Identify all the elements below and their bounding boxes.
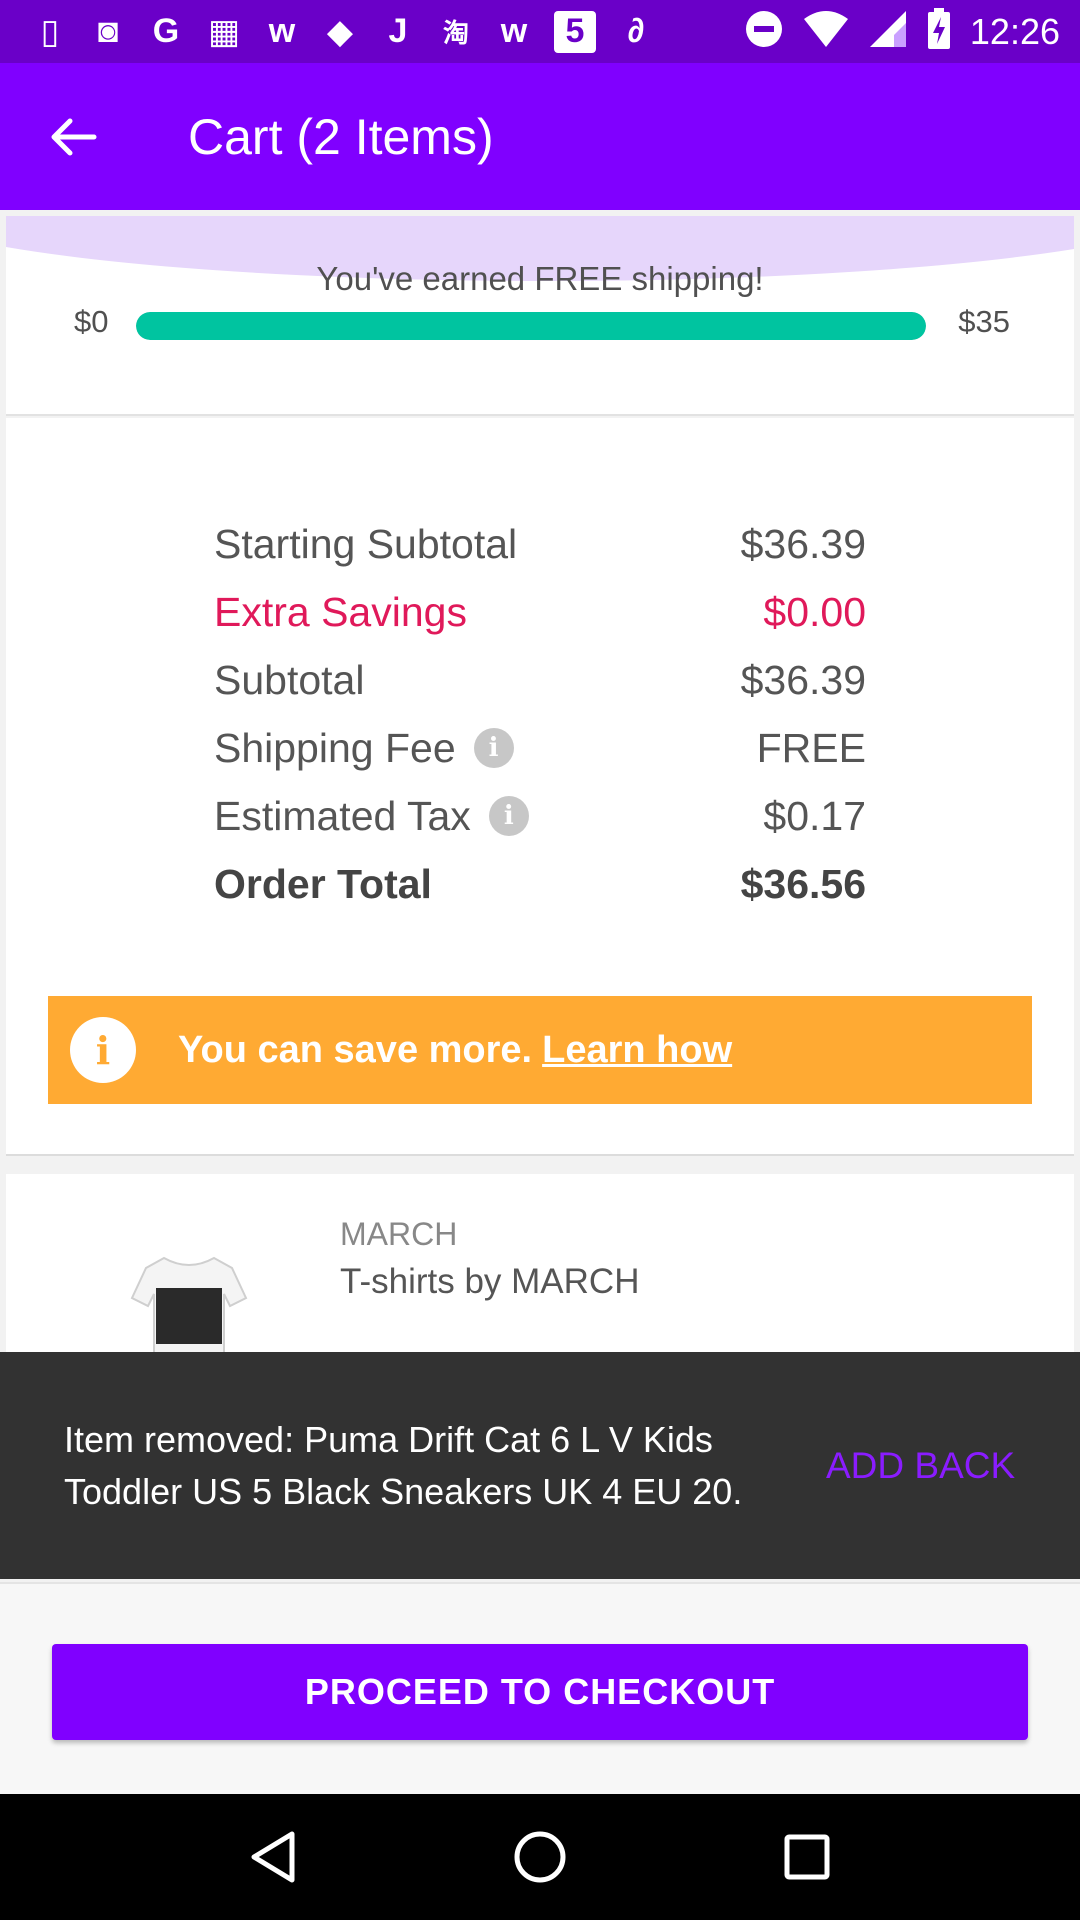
shipping-fee-row: Shipping Fee i FREE — [214, 718, 866, 778]
system-nav-bar — [0, 1794, 1080, 1920]
circle-home-icon — [514, 1831, 566, 1883]
free-shipping-card: You've earned FREE shipping! $0 $35 — [6, 216, 1074, 416]
tax-info-icon[interactable]: i — [488, 796, 529, 836]
shipping-progress-fill — [136, 312, 926, 340]
item-removed-snackbar: Item removed: Puma Drift Cat 6 L V Kids … — [0, 1352, 1080, 1579]
page-title: Cart (2 Items) — [188, 108, 494, 165]
order-summary-card: Starting Subtotal $36.39 Extra Savings $… — [6, 418, 1074, 1156]
extra-savings-label: Extra Savings — [214, 588, 467, 635]
taobao-icon: 淘 — [442, 18, 469, 48]
cart-item-card[interactable]: MARCH T-shirts by MARCH — [6, 1174, 1074, 1354]
notification-icons: ▯ ◙ G ▦ w ◆ J 淘 w 5 ∂ — [32, 10, 744, 53]
shipping-max-label: $35 — [958, 304, 1010, 339]
snackbar-message: Item removed: Puma Drift Cat 6 L V Kids … — [64, 1418, 743, 1512]
shipping-fee-value: FREE — [756, 724, 866, 771]
five-app-icon: 5 — [554, 10, 596, 53]
battery-charging-icon — [926, 7, 952, 56]
save-more-text-group: You can save more. Learn how — [178, 1029, 732, 1072]
starting-subtotal-value: $36.39 — [740, 520, 866, 567]
grid-icon: ▦ — [207, 12, 241, 51]
order-total-label: Order Total — [214, 860, 432, 907]
clock: 12:26 — [969, 10, 1060, 52]
free-shipping-message: You've earned FREE shipping! — [316, 260, 764, 297]
w-app-icon: w — [500, 12, 528, 50]
shipping-min-label: $0 — [74, 304, 109, 339]
status-bar: ▯ ◙ G ▦ w ◆ J 淘 w 5 ∂ 12:26 — [0, 0, 1080, 63]
wifi-icon — [802, 9, 850, 54]
item-brand: MARCH — [340, 1216, 458, 1252]
add-back-button[interactable]: ADD BACK — [826, 1445, 1015, 1487]
w-app-icon: w — [268, 12, 296, 50]
estimated-tax-label: Estimated Tax — [214, 792, 471, 839]
proceed-to-checkout-button[interactable]: PROCEED TO CHECKOUT — [52, 1644, 1028, 1740]
tshirt-product-image — [130, 1256, 248, 1354]
link-icon: ∂ — [627, 12, 645, 50]
estimated-tax-row: Estimated Tax i $0.17 — [214, 786, 866, 846]
dnd-icon — [744, 9, 784, 54]
nav-home-button[interactable] — [500, 1817, 580, 1897]
extra-savings-row: Extra Savings $0.00 — [214, 582, 866, 642]
estimated-tax-value: $0.17 — [763, 792, 866, 839]
shopping-bag-icon: ◆ — [326, 12, 354, 51]
starting-subtotal-row: Starting Subtotal $36.39 — [214, 514, 866, 574]
square-recents-icon — [784, 1834, 830, 1880]
subtotal-label: Subtotal — [214, 656, 365, 703]
order-total-value: $36.56 — [740, 860, 866, 907]
google-icon: G — [152, 12, 180, 50]
app-bar: Cart (2 Items) — [0, 63, 1080, 210]
shipping-progress-bar — [136, 312, 926, 340]
back-button[interactable] — [34, 97, 114, 177]
signal-icon — [868, 9, 908, 54]
shipping-fee-label: Shipping Fee — [214, 724, 456, 771]
shipping-fee-label-group: Shipping Fee i — [214, 725, 514, 772]
save-icon: ◙ — [97, 12, 119, 50]
j-app-icon: J — [388, 12, 408, 50]
triangle-back-icon — [251, 1831, 295, 1883]
arrow-left-icon — [51, 118, 97, 155]
subtotal-value: $36.39 — [740, 656, 866, 703]
estimated-tax-label-group: Estimated Tax i — [214, 793, 529, 840]
subtotal-row: Subtotal $36.39 — [214, 650, 866, 710]
sim-icon: ▯ — [40, 12, 60, 51]
extra-savings-value: $0.00 — [763, 588, 866, 635]
nav-back-button[interactable] — [233, 1817, 313, 1897]
checkout-footer: PROCEED TO CHECKOUT — [0, 1582, 1080, 1794]
save-more-banner: i You can save more. Learn how — [48, 996, 1032, 1104]
save-more-text: You can save more. — [178, 1028, 533, 1071]
shipping-info-icon[interactable]: i — [473, 728, 514, 768]
info-icon: i — [70, 1017, 136, 1083]
starting-subtotal-label: Starting Subtotal — [214, 520, 518, 567]
order-total-row: Order Total $36.56 — [214, 854, 866, 914]
learn-how-link[interactable]: Learn how — [542, 1029, 732, 1071]
nav-recents-button[interactable] — [767, 1817, 847, 1897]
item-title[interactable]: T-shirts by MARCH — [340, 1262, 639, 1302]
